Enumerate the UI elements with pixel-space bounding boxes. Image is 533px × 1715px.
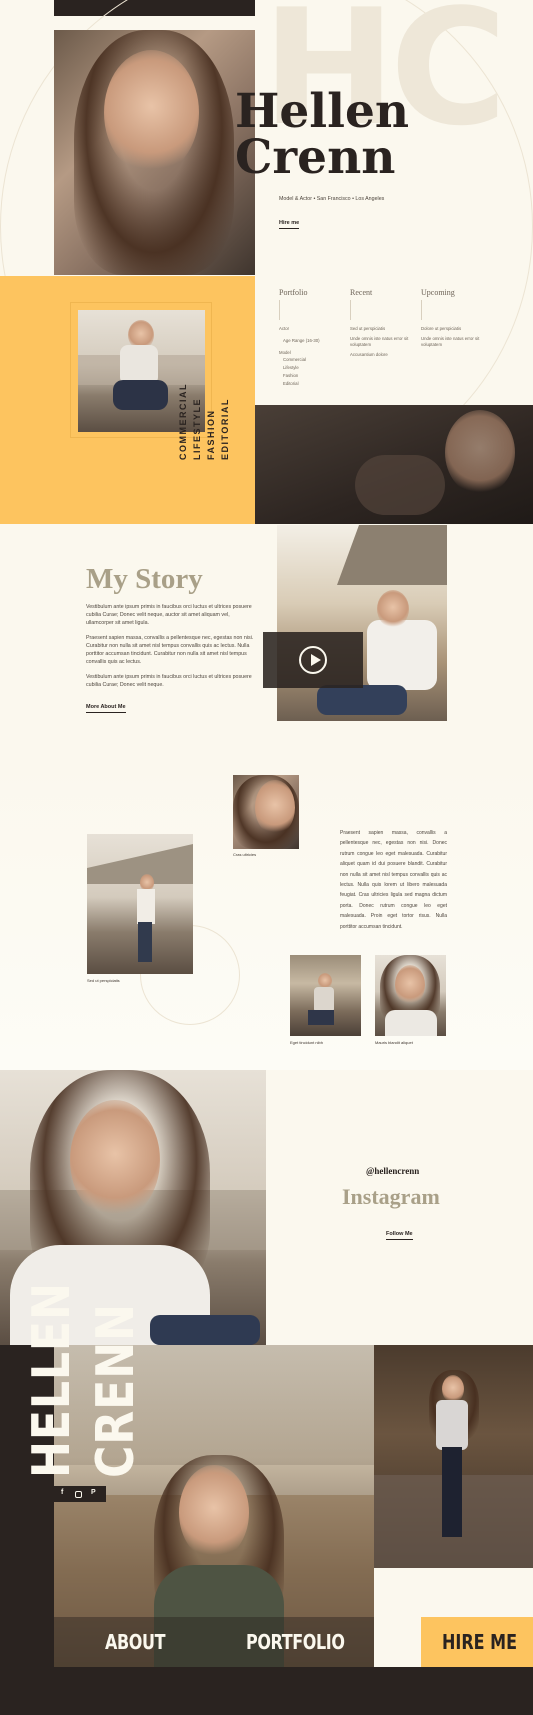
gallery-caption: Mauris blandit aliquet [375, 1040, 413, 1045]
pinterest-icon[interactable]: P [91, 1489, 96, 1496]
nav-item[interactable]: Unde omnis iste natus error sit voluptat… [350, 336, 410, 348]
nav-recent-title[interactable]: Recent [350, 288, 372, 297]
nav-portfolio-title[interactable]: Portfolio [279, 288, 307, 297]
hero-portrait [54, 30, 255, 275]
video-play-box[interactable] [263, 632, 363, 688]
gallery-photo-1[interactable] [233, 775, 299, 849]
hire-me-link[interactable]: Hire me [279, 220, 300, 229]
story-paragraph: Vestibulum ante ipsum primis in faucibus… [86, 604, 252, 626]
nav-item[interactable]: Commercial [283, 357, 306, 363]
gallery-caption: Cras ultricies [233, 852, 257, 857]
gallery-photo-3[interactable] [290, 955, 361, 1036]
nav-item[interactable]: Editorial [283, 381, 299, 387]
facebook-icon[interactable]: f [61, 1489, 63, 1496]
nav-item[interactable]: Dolore ut perspiciatis [421, 326, 461, 332]
about-link[interactable]: ABOUT [105, 1630, 165, 1654]
story-title: My Story [86, 563, 203, 595]
nav-item[interactable]: Model [279, 350, 291, 356]
footer-name-line1: HELLEN [22, 1282, 82, 1478]
dark-banner-photo [255, 405, 533, 524]
instagram-handle[interactable]: @hellencrenn [366, 1166, 419, 1176]
nav-item[interactable]: Actor [279, 326, 289, 332]
story-paragraph: Vestibulum ante ipsum primis in faucibus… [86, 674, 252, 688]
hire-me-button[interactable]: HIRE ME [421, 1617, 533, 1667]
footer-side-photo [374, 1345, 533, 1568]
nav-divider [279, 300, 280, 320]
nav-item[interactable]: Fashion [283, 373, 298, 379]
gallery-text: Praesent sapien massa, convallis a pelle… [340, 830, 447, 930]
nav-divider [421, 300, 422, 320]
footer-bottom-strip [0, 1667, 533, 1715]
category-editorial[interactable]: EDITORIAL [220, 398, 230, 460]
hero-tagline: Model & Actor • San Francisco • Los Ange… [279, 196, 385, 202]
hero-last-name: Crenn [235, 130, 396, 185]
nav-item[interactable]: Unde omnis iste natus error sit voluptat… [421, 336, 481, 348]
follow-me-link[interactable]: Follow Me [386, 1231, 413, 1240]
more-about-me-link[interactable]: More About Me [86, 704, 126, 713]
nav-item[interactable]: Lifestyle [283, 365, 299, 371]
play-icon[interactable] [299, 646, 327, 674]
footer-name-line2: CRENN [86, 1303, 146, 1478]
nav-item[interactable]: Age Range (16-30) [283, 338, 320, 344]
hero-first-name: Hellen [235, 84, 410, 139]
hire-me-button-label: HIRE ME [442, 1630, 518, 1654]
social-icons-bar: f P [54, 1486, 106, 1502]
nav-upcoming-title[interactable]: Upcoming [421, 288, 455, 297]
story-paragraph: Praesent sapien massa, convallis a pelle… [86, 635, 254, 665]
instagram-icon[interactable] [75, 1491, 82, 1498]
gallery-photo-2[interactable] [87, 834, 193, 974]
nav-item[interactable]: Sed ut perspiciatis [350, 326, 385, 332]
portfolio-link[interactable]: PORTFOLIO [246, 1630, 345, 1654]
category-commercial[interactable]: COMMERCIAL [178, 383, 188, 460]
gallery-caption: Sed ut perspiciatis [87, 978, 120, 983]
nav-item[interactable]: Accusantium dolore [350, 352, 388, 358]
category-lifestyle[interactable]: LIFESTYLE [192, 398, 202, 460]
category-fashion[interactable]: FASHION [206, 409, 216, 460]
instagram-title: Instagram [342, 1184, 440, 1209]
nav-divider [350, 300, 351, 320]
story-photo [277, 525, 447, 721]
gallery-caption: Eget tincidunt nibh [290, 1040, 323, 1045]
gallery-photo-4[interactable] [375, 955, 446, 1036]
